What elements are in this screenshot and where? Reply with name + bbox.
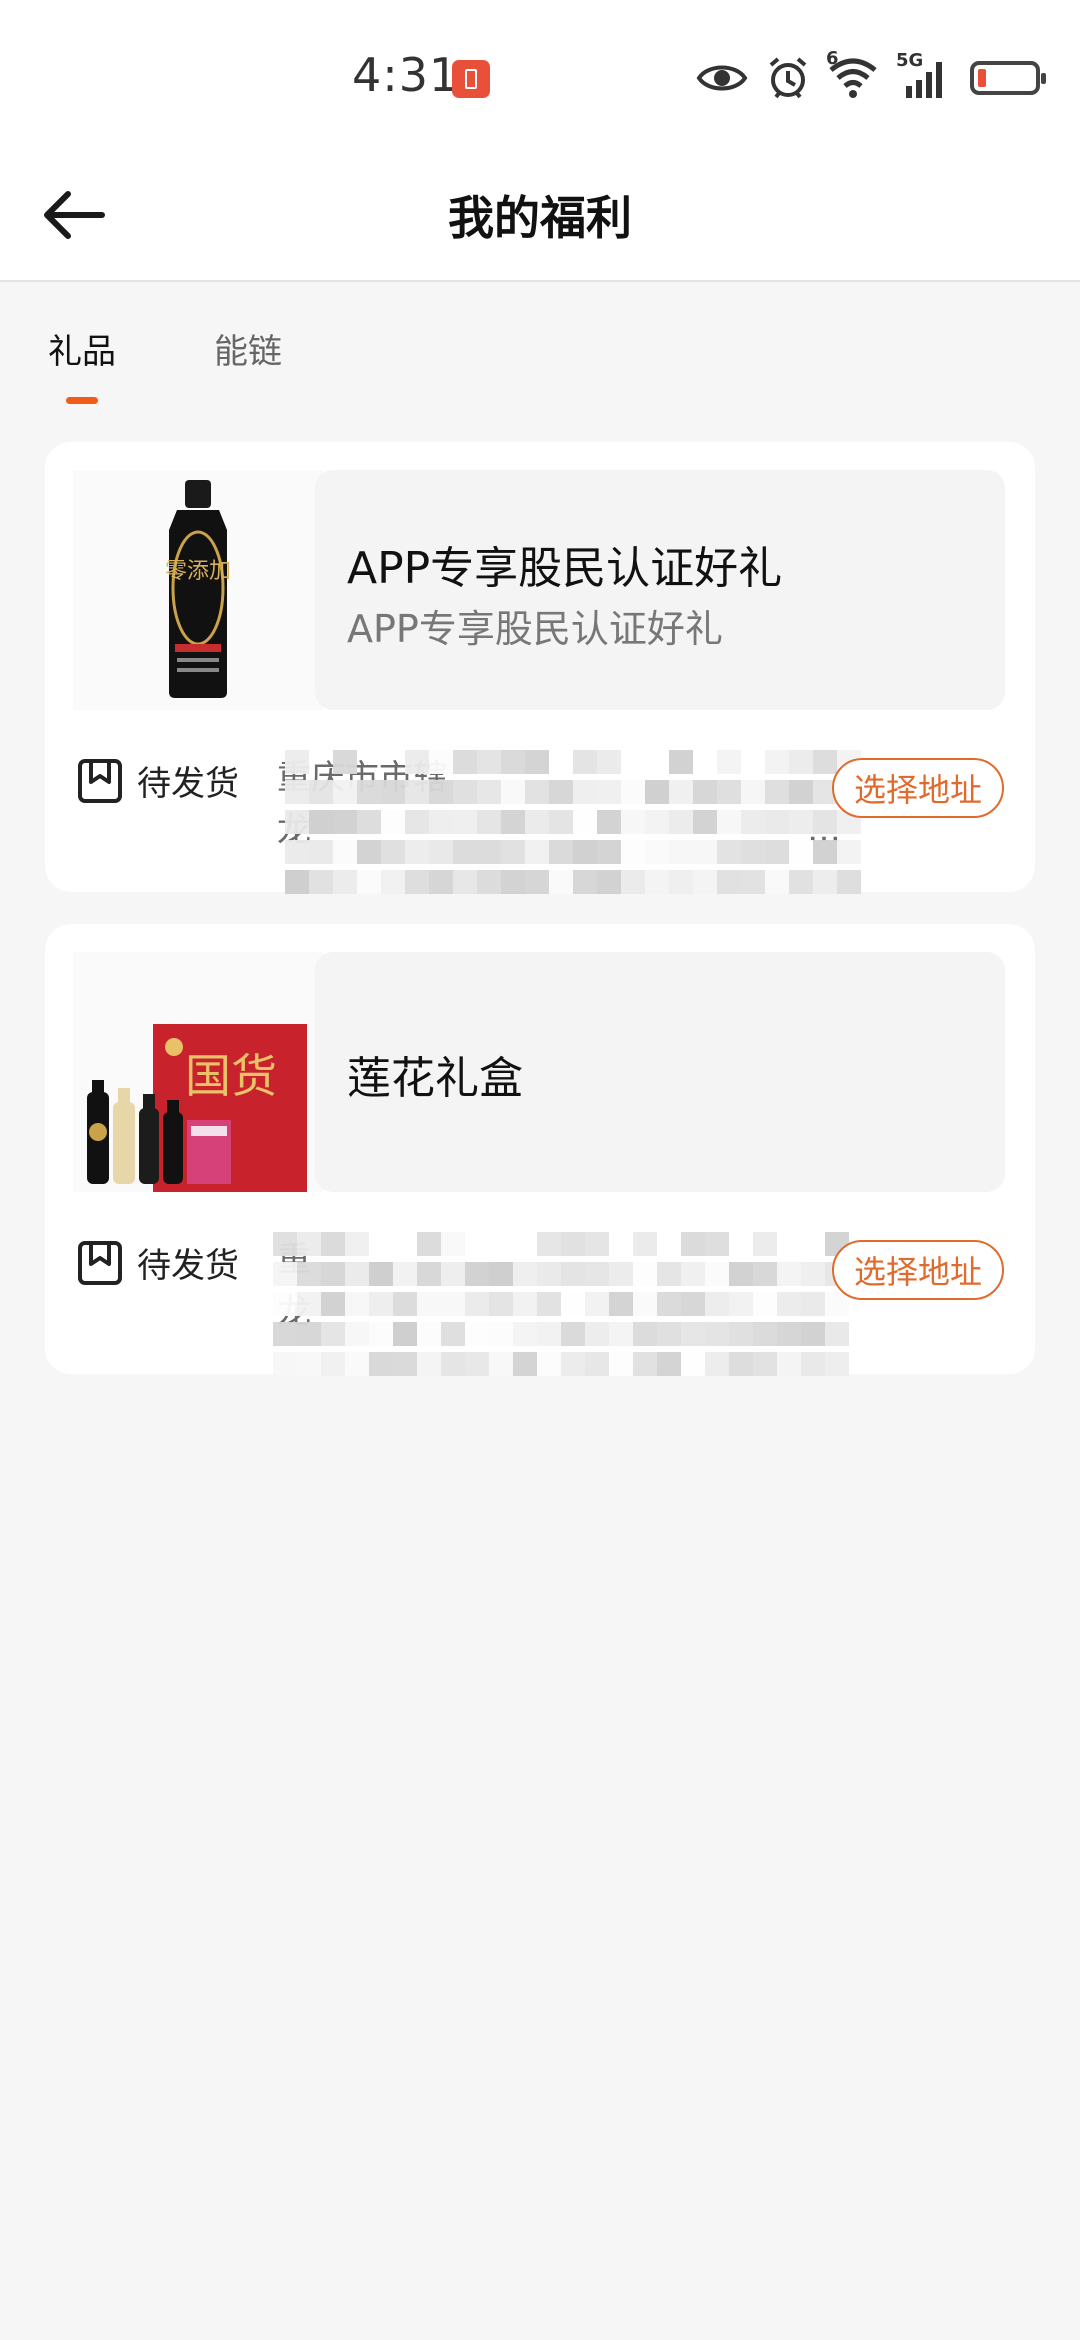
battery-icon xyxy=(970,61,1046,95)
status-bar: 4:31 6 5G xyxy=(0,0,1080,150)
package-icon xyxy=(77,758,123,804)
wifi-badge: 6 xyxy=(826,48,839,69)
status-icons: 6 5G xyxy=(696,48,1046,104)
shipping-status: 待发货 xyxy=(137,764,239,804)
tab-indicator xyxy=(66,397,98,404)
page-header: 我的福利 xyxy=(0,150,1080,282)
page-title: 我的福利 xyxy=(448,191,632,245)
tab-gifts[interactable]: 礼品 xyxy=(48,324,116,373)
package-icon xyxy=(77,1240,123,1286)
gift-box-label-text: 国货 xyxy=(185,1049,277,1103)
redacted-address-overlay xyxy=(285,750,861,900)
gift-card[interactable]: 零添加 APP专享股民认证好礼 APP专享股民认证好礼 待发货 重庆市市辖 龙 … xyxy=(45,442,1035,894)
gift-title: 莲花礼盒 xyxy=(347,1053,523,1104)
eye-icon xyxy=(696,58,748,98)
wifi-icon: 6 xyxy=(826,48,878,100)
gift-box-image: 国货 xyxy=(73,952,323,1212)
redacted-address-overlay xyxy=(273,1232,849,1382)
shipping-status: 待发货 xyxy=(137,1246,239,1286)
tab-nenglian[interactable]: 能链 xyxy=(214,324,282,373)
gift-subtitle: APP专享股民认证好礼 xyxy=(347,607,723,651)
gift-title: APP专享股民认证好礼 xyxy=(347,543,783,594)
select-address-button[interactable]: 选择地址 xyxy=(832,758,1004,818)
status-time: 4:31 xyxy=(352,48,460,102)
select-address-button[interactable]: 选择地址 xyxy=(832,1240,1004,1300)
bottle-label-text: 零添加 xyxy=(165,559,231,584)
gift-card[interactable]: 国货 莲花礼盒 待发货 重 龙 选择地址 xyxy=(45,924,1035,1376)
alarm-icon xyxy=(766,55,810,101)
battery-alert-icon xyxy=(452,60,490,98)
tab-bar: 礼品 能链 xyxy=(0,282,1080,412)
soy-sauce-bottle-image: 零添加 xyxy=(73,470,323,710)
signal-5g-icon: 5G xyxy=(896,50,952,102)
